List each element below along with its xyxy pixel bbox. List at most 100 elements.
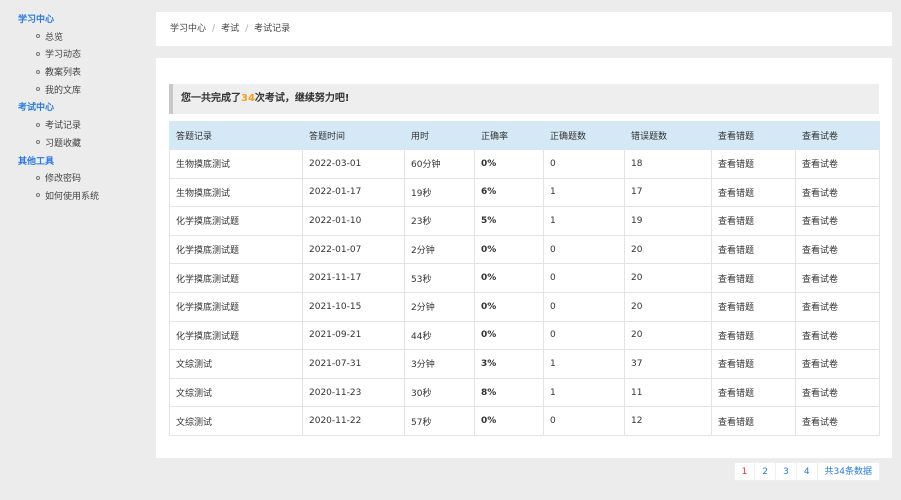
view-paper-link[interactable]: 查看试卷 — [795, 349, 880, 379]
sidebar-group-title[interactable]: 考试中心 — [0, 100, 150, 118]
exam-name-cell: 化学摸底测试题 — [169, 234, 303, 265]
view-paper-link[interactable]: 查看试卷 — [795, 263, 880, 293]
page-button[interactable]: 4 — [795, 462, 818, 481]
correct-count-cell: 0 — [543, 263, 625, 293]
wrong-count-cell: 12 — [624, 406, 712, 436]
exam-name-cell: 化学摸底测试题 — [169, 291, 303, 322]
view-wrong-link[interactable]: 查看错题 — [711, 377, 796, 408]
view-wrong-link[interactable]: 查看错题 — [711, 149, 796, 179]
accuracy-cell: 6% — [474, 177, 544, 208]
view-wrong-link[interactable]: 查看错题 — [711, 291, 796, 322]
exam-name-cell: 化学摸底测试题 — [169, 206, 303, 236]
table-header-cell: 查看试卷 — [795, 121, 880, 150]
correct-count-cell: 1 — [543, 177, 625, 208]
sidebar: 学习中心总览学习动态教案列表我的文库 考试中心考试记录习题收藏其他工具修改密码如何… — [0, 0, 150, 500]
wrong-count-cell: 18 — [624, 149, 712, 179]
exam-records-panel: 您一共完成了34次考试，继续努力吧! 答题记录 答题时间 用时 正确率 正确题数 错误题数… — [156, 58, 892, 458]
table-row: 化学摸底测试题 2021-09-21 44秒 0% 0 20 查看错题 查看试卷 — [169, 320, 880, 351]
page-button[interactable]: 1 — [733, 462, 756, 481]
sidebar-item[interactable]: 学习动态 — [0, 47, 150, 65]
correct-count-cell: 1 — [543, 349, 625, 379]
view-paper-link[interactable]: 查看试卷 — [795, 234, 880, 265]
page-button[interactable]: 2 — [754, 462, 777, 481]
sidebar-group-title[interactable]: 其他工具 — [0, 154, 150, 172]
sidebar-item-label: 总览 — [45, 32, 64, 43]
duration-cell: 57秒 — [404, 406, 475, 436]
exam-date-cell: 2021-11-17 — [302, 263, 405, 293]
pagination: 1 2 3 4 共34条数据 — [733, 462, 880, 481]
view-wrong-link[interactable]: 查看错题 — [711, 177, 796, 208]
table-header-cell: 正确率 — [474, 121, 544, 150]
sidebar-group-title[interactable]: 学习中心 — [0, 12, 150, 30]
wrong-count-cell: 20 — [624, 234, 712, 265]
summary-suffix: 次考试，继续努力吧! — [254, 93, 350, 104]
sidebar-item[interactable]: 修改密码 — [0, 171, 150, 189]
exam-date-cell: 2022-01-17 — [302, 177, 405, 208]
sidebar-item[interactable]: 习题收藏 — [0, 136, 150, 154]
view-wrong-link[interactable]: 查看错题 — [711, 349, 796, 379]
exam-name-cell: 文综测试 — [169, 406, 303, 436]
view-paper-link[interactable]: 查看试卷 — [795, 149, 880, 179]
exam-name-cell: 文综测试 — [169, 377, 303, 408]
bullet-icon — [36, 175, 40, 180]
view-paper-link[interactable]: 查看试卷 — [795, 377, 880, 408]
sidebar-item[interactable]: 教案列表 — [0, 65, 150, 83]
bullet-icon — [36, 122, 40, 127]
table-row: 文综测试 2020-11-22 57秒 0% 0 12 查看错题 查看试卷 — [169, 406, 880, 436]
correct-count-cell: 0 — [543, 234, 625, 265]
view-wrong-link[interactable]: 查看错题 — [711, 234, 796, 265]
page-button[interactable]: 3 — [775, 462, 797, 481]
table-row: 化学摸底测试题 2022-01-10 23秒 5% 1 19 查看错题 查看试卷 — [169, 206, 880, 236]
duration-cell: 60分钟 — [404, 149, 475, 179]
exam-records-table: 答题记录 答题时间 用时 正确率 正确题数 错误题数 查看错题 查看试卷 生物摸底测试 2022… — [169, 121, 880, 436]
sidebar-item-label: 教案列表 — [45, 68, 82, 79]
sidebar-item[interactable]: 总览 — [0, 30, 150, 48]
sidebar-item[interactable]: 我的文库 — [0, 83, 150, 101]
bullet-icon — [36, 140, 40, 145]
correct-count-cell: 0 — [543, 320, 625, 351]
summary-prefix: 您一共完成了 — [181, 93, 241, 104]
duration-cell: 53秒 — [404, 263, 475, 293]
breadcrumb-item-learning-center[interactable]: 学习中心 — [170, 24, 206, 34]
view-paper-link[interactable]: 查看试卷 — [795, 291, 880, 322]
bullet-icon — [36, 34, 40, 39]
breadcrumb-item-exam[interactable]: 考试 — [221, 24, 239, 34]
sidebar-item-label: 考试记录 — [45, 121, 82, 132]
correct-count-cell: 0 — [543, 149, 625, 179]
view-paper-link[interactable]: 查看试卷 — [795, 406, 880, 436]
accuracy-cell: 0% — [474, 263, 544, 293]
table-row: 化学摸底测试题 2021-10-15 2分钟 0% 0 20 查看错题 查看试卷 — [169, 291, 880, 322]
correct-count-cell: 0 — [543, 406, 625, 436]
sidebar-item-label: 修改密码 — [45, 174, 82, 185]
view-paper-link[interactable]: 查看试卷 — [795, 320, 880, 351]
view-paper-link[interactable]: 查看试卷 — [795, 177, 880, 208]
exam-date-cell: 2021-09-21 — [302, 320, 405, 351]
sidebar-item-label: 学习动态 — [45, 50, 82, 61]
table-header-cell: 错误题数 — [624, 121, 712, 150]
wrong-count-cell: 17 — [624, 177, 712, 208]
exam-name-cell: 化学摸底测试题 — [169, 263, 303, 293]
view-paper-link[interactable]: 查看试卷 — [795, 206, 880, 236]
sidebar-item[interactable]: 如何使用系统 — [0, 189, 150, 207]
accuracy-cell: 8% — [474, 377, 544, 408]
view-wrong-link[interactable]: 查看错题 — [711, 206, 796, 236]
breadcrumb-separator: / — [245, 24, 249, 34]
view-wrong-link[interactable]: 查看错题 — [711, 406, 796, 436]
total-count-label: 共34条数据 — [816, 462, 880, 481]
table-header-cell: 查看错题 — [711, 121, 796, 150]
wrong-count-cell: 37 — [624, 349, 712, 379]
correct-count-cell: 1 — [543, 377, 625, 408]
exam-date-cell: 2022-01-10 — [302, 206, 405, 236]
breadcrumb-item-exam-records: 考试记录 — [254, 24, 291, 34]
exam-date-cell: 2020-11-22 — [302, 406, 405, 436]
view-wrong-link[interactable]: 查看错题 — [711, 320, 796, 351]
view-wrong-link[interactable]: 查看错题 — [711, 263, 796, 293]
table-row: 生物摸底测试 2022-03-01 60分钟 0% 0 18 查看错题 查看试卷 — [169, 149, 880, 179]
sidebar-item-label: 习题收藏 — [45, 138, 82, 149]
bullet-icon — [36, 87, 40, 92]
sidebar-item-label: 如何使用系统 — [45, 191, 100, 202]
bullet-icon — [36, 193, 40, 198]
exam-name-cell: 生物摸底测试 — [169, 149, 303, 179]
table-header-cell: 正确题数 — [543, 121, 625, 150]
sidebar-item[interactable]: 考试记录 — [0, 118, 150, 136]
